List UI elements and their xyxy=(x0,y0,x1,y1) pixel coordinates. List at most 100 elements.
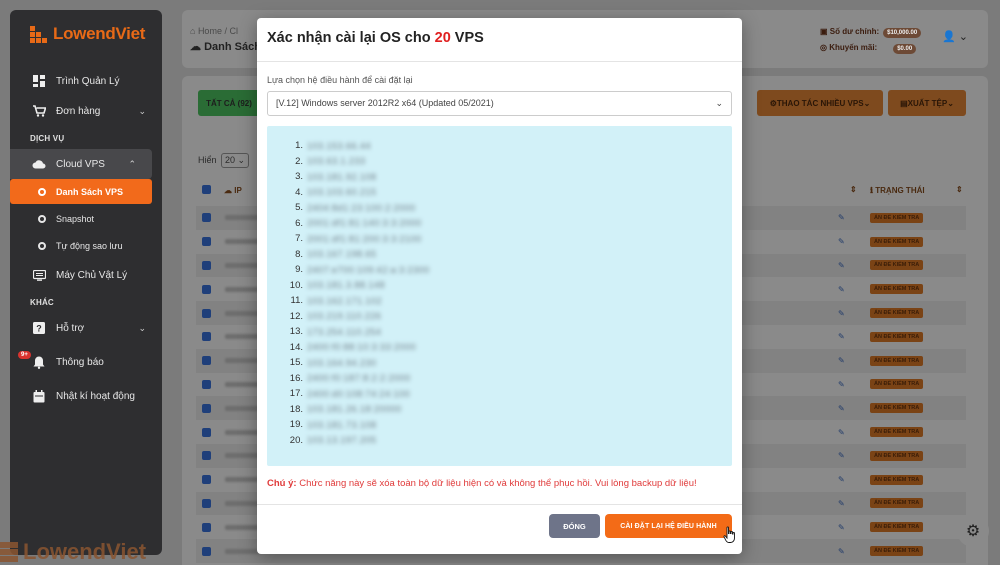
sort-icon[interactable]: ⇕ xyxy=(956,185,963,194)
sidebar-item-dashboard[interactable]: Trình Quản Lý xyxy=(10,66,162,96)
sort-icon[interactable]: ⇕ xyxy=(850,185,857,194)
edit-icon[interactable]: ✎ xyxy=(838,404,845,413)
ip-address: 2001:df1:81:200:3:3:2100 xyxy=(307,233,422,244)
page-size-control: Hiển 20 ⌄ xyxy=(198,153,250,168)
status-badge: ẨN ĐỂ KIỂM TRA xyxy=(870,498,924,509)
row-ip xyxy=(225,286,261,292)
sidebar-item-orders[interactable]: Đơn hàng ⌄ xyxy=(10,96,162,126)
svg-text:?: ? xyxy=(36,324,42,334)
tab-all[interactable]: TẤT CẢ (92) xyxy=(198,90,260,116)
row-checkbox[interactable] xyxy=(202,213,211,223)
brand-logo[interactable]: LowendViet xyxy=(10,10,162,58)
row-checkbox[interactable] xyxy=(202,332,211,342)
radio-dot-icon xyxy=(38,214,46,223)
balance-value: $10,000.00 xyxy=(883,28,922,38)
edit-icon[interactable]: ✎ xyxy=(838,237,845,246)
edit-icon[interactable]: ✎ xyxy=(838,213,845,222)
export-button[interactable]: ▤ XUẤT TỆP ⌄ xyxy=(888,90,966,116)
file-icon: ▤ xyxy=(900,98,908,108)
sidebar-item-snapshot[interactable]: Snapshot xyxy=(10,206,152,231)
sidebar-item-label: Trình Quản Lý xyxy=(56,75,120,87)
calendar-icon xyxy=(32,389,46,403)
vps-count: 20 xyxy=(434,30,451,46)
ip-list-item: 3. 103.181.92.108 xyxy=(285,169,732,185)
logo-icon xyxy=(0,542,18,562)
sidebar-item-label: Nhật kí hoạt động xyxy=(56,390,135,402)
row-checkbox[interactable] xyxy=(202,284,211,294)
edit-icon[interactable]: ✎ xyxy=(838,356,845,365)
row-checkbox[interactable] xyxy=(202,379,211,389)
ip-address: 103.219.110.226 xyxy=(307,311,382,322)
sidebar-item-cloud-vps[interactable]: Cloud VPS ⌃ xyxy=(10,149,152,179)
column-status[interactable]: ℹ TRẠNG THÁI xyxy=(870,186,925,195)
edit-icon[interactable]: ✎ xyxy=(838,309,845,318)
sidebar: LowendViet Trình Quản Lý Đơn hàng ⌄ DỊCH… xyxy=(10,10,162,555)
promo-value: $0.00 xyxy=(893,44,917,54)
edit-icon[interactable]: ✎ xyxy=(838,475,845,484)
row-checkbox[interactable] xyxy=(202,546,211,556)
warning-text: Chức năng này sẽ xóa toàn bộ dữ liệu hiệ… xyxy=(296,478,697,489)
reinstall-os-button[interactable]: CÀI ĐẶT LẠI HỆ ĐIỀU HÀNH xyxy=(605,514,732,538)
row-checkbox[interactable] xyxy=(202,356,211,366)
ip-list-item: 13. 173.254.110.254 xyxy=(285,324,732,340)
help-icon: ? xyxy=(32,321,46,335)
edit-icon[interactable]: ✎ xyxy=(838,332,845,341)
edit-icon[interactable]: ✎ xyxy=(838,380,845,389)
row-checkbox[interactable] xyxy=(202,260,211,270)
row-checkbox[interactable] xyxy=(202,237,211,247)
sidebar-item-dedicated[interactable]: Máy Chủ Vật Lý xyxy=(10,260,162,290)
ip-index: 8. xyxy=(295,248,303,260)
ip-list-item: 2. 103.63.1.233 xyxy=(285,154,732,170)
edit-icon[interactable]: ✎ xyxy=(838,261,845,270)
sidebar-item-auto-backup[interactable]: Tự động sao lưu xyxy=(10,233,152,258)
notification-count-badge: 9+ xyxy=(18,351,31,359)
balance-panel: ▣ Số dư chính: $10,000.00 ◎ Khuyến mãi: $0… xyxy=(820,24,922,56)
select-all-checkbox[interactable] xyxy=(202,185,211,194)
dashboard-icon xyxy=(32,74,46,88)
ip-list-item: 14. 2400:f0:88:10:3:33:2000 xyxy=(285,340,732,356)
ip-address: 103.164.94.230 xyxy=(307,357,377,368)
sidebar-item-vps-list[interactable]: Danh Sách VPS xyxy=(10,179,152,204)
breadcrumb[interactable]: ⌂ Home / Cl xyxy=(190,26,238,36)
row-checkbox[interactable] xyxy=(202,475,211,485)
row-checkbox[interactable] xyxy=(202,498,211,508)
edit-icon[interactable]: ✎ xyxy=(838,499,845,508)
column-ip[interactable]: ☁ IP xyxy=(224,186,242,195)
os-select[interactable]: [V.12] Windows server 2012R2 x64 (Update… xyxy=(267,91,732,116)
row-checkbox[interactable] xyxy=(202,403,211,413)
row-ip xyxy=(225,548,261,554)
row-ip xyxy=(225,453,261,459)
radio-dot-icon xyxy=(38,187,46,196)
row-checkbox[interactable] xyxy=(202,308,211,318)
row-ip xyxy=(225,262,261,268)
edit-icon[interactable]: ✎ xyxy=(838,547,845,556)
status-badge: ẨN ĐỂ KIỂM TRA xyxy=(870,308,924,319)
edit-icon[interactable]: ✎ xyxy=(838,451,845,460)
edit-icon[interactable]: ✎ xyxy=(838,523,845,532)
sidebar-item-support[interactable]: ? Hỗ trợ ⌄ xyxy=(10,313,162,343)
sidebar-item-notifications[interactable]: 9+ Thông báo xyxy=(10,347,162,377)
multi-vps-action-button[interactable]: ⚙ THAO TÁC NHIỀU VPS ⌄ xyxy=(757,90,883,116)
ip-index: 9. xyxy=(295,264,303,276)
edit-icon[interactable]: ✎ xyxy=(838,428,845,437)
watermark-text: LowendViet xyxy=(23,539,147,564)
warning-label: Chú ý: xyxy=(267,478,297,489)
user-menu[interactable]: 👤 ⌄ xyxy=(942,30,968,43)
brand-name: LowendViet xyxy=(53,24,146,43)
ip-address: 2400:d0:108:74:24:100 xyxy=(307,388,411,399)
ip-address: 2001:df1:81:140:3:3:2000 xyxy=(307,218,422,229)
edit-icon[interactable]: ✎ xyxy=(838,285,845,294)
row-checkbox[interactable] xyxy=(202,451,211,461)
watermark-logo: LowendViet xyxy=(0,539,146,565)
section-other: KHÁC xyxy=(30,298,54,307)
ip-index: 6. xyxy=(295,217,303,229)
row-checkbox[interactable] xyxy=(202,522,211,532)
section-services: DỊCH VỤ xyxy=(30,134,65,143)
ip-address: 173.254.110.254 xyxy=(307,326,382,337)
sidebar-item-activity-log[interactable]: Nhật kí hoạt động xyxy=(10,381,162,411)
page-size-select[interactable]: 20 ⌄ xyxy=(221,153,250,168)
row-checkbox[interactable] xyxy=(202,427,211,437)
close-button[interactable]: ĐÓNG xyxy=(549,514,600,538)
chevron-down-icon: ⌄ xyxy=(947,98,954,108)
settings-fab[interactable]: ⚙ xyxy=(957,515,989,547)
